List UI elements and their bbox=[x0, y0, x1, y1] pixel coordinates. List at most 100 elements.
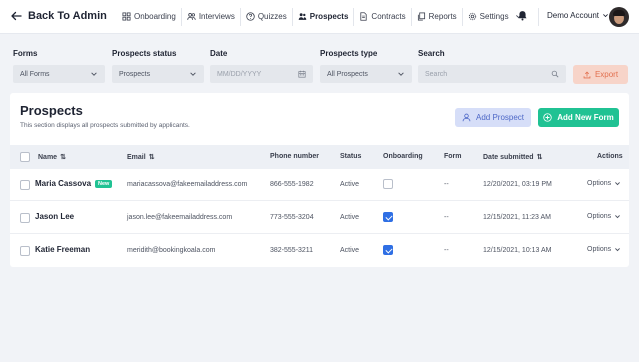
column-status: Status bbox=[340, 153, 361, 160]
column-date[interactable]: Date submitted ⇅ bbox=[483, 153, 543, 162]
forms-select-value: All Forms bbox=[20, 70, 50, 78]
type-select[interactable]: All Prospects bbox=[320, 65, 412, 83]
prospect-name-text: Jason Lee bbox=[35, 212, 75, 221]
prospect-email: jason.lee@fakeemailaddress.com bbox=[127, 214, 233, 221]
people-icon bbox=[187, 13, 196, 20]
select-all-checkbox[interactable] bbox=[20, 152, 30, 162]
nav-item-interviews[interactable]: Interviews bbox=[182, 0, 240, 33]
nav-label-contracts: Contracts bbox=[371, 12, 406, 21]
chevron-down-icon bbox=[91, 72, 97, 76]
options-label: Options bbox=[587, 246, 612, 253]
column-actions: Actions bbox=[597, 153, 623, 160]
table-row[interactable]: Jason Lee jason.lee@fakeemailaddress.com… bbox=[10, 202, 629, 234]
row-checkbox[interactable] bbox=[20, 213, 30, 223]
nav-label-settings: Settings bbox=[479, 12, 509, 21]
nav-item-reports[interactable]: Reports bbox=[412, 0, 462, 33]
sort-icon[interactable]: ⇅ bbox=[149, 153, 155, 161]
avatar[interactable] bbox=[609, 7, 629, 27]
gear-icon bbox=[468, 12, 476, 21]
status-filter-label: Prospects status bbox=[112, 49, 177, 58]
top-navigation-bar: Back To Admin Onboarding Interviews Quiz… bbox=[0, 0, 639, 34]
onboarding-checkbox[interactable] bbox=[383, 212, 393, 222]
date-filter-label: Date bbox=[210, 49, 228, 58]
page-subtitle: This section displays all prospects subm… bbox=[20, 122, 190, 129]
forms-filter-label: Forms bbox=[13, 49, 38, 58]
prospect-form: -- bbox=[444, 214, 449, 221]
nav-label-reports: Reports bbox=[428, 12, 457, 21]
type-filter-label: Prospects type bbox=[320, 49, 378, 58]
prospect-name[interactable]: Maria Cassova New bbox=[35, 179, 113, 188]
date-input-placeholder: MM/DD/YYYY bbox=[217, 70, 262, 78]
prospect-phone: 866-555-1982 bbox=[270, 181, 314, 188]
options-menu[interactable]: Options bbox=[587, 180, 621, 187]
chevron-down-icon bbox=[190, 72, 196, 76]
chevron-down-icon bbox=[615, 248, 621, 252]
column-form-label: Form bbox=[444, 153, 462, 160]
sort-icon[interactable]: ⇅ bbox=[537, 153, 543, 161]
plus-circle-icon bbox=[543, 113, 552, 122]
calendar-icon bbox=[298, 70, 306, 78]
column-phone: Phone number bbox=[270, 153, 319, 160]
prospects-icon bbox=[298, 13, 307, 20]
prospect-date: 12/15/2021, 10:13 AM bbox=[483, 247, 552, 254]
account-menu[interactable]: Demo Account bbox=[547, 11, 609, 20]
column-actions-label: Actions bbox=[597, 153, 623, 160]
search-input-placeholder: Search bbox=[425, 70, 448, 78]
add-new-form-label: Add New Form bbox=[557, 113, 614, 122]
sort-icon[interactable]: ⇅ bbox=[60, 153, 66, 161]
filters-bar: Forms All Forms Prospects status Prospec… bbox=[13, 49, 628, 85]
question-icon bbox=[246, 12, 255, 21]
status-select[interactable]: Prospects bbox=[112, 65, 204, 83]
nav-label-quizzes: Quizzes bbox=[257, 12, 287, 21]
copy-icon bbox=[417, 12, 425, 21]
search-input[interactable]: Search bbox=[418, 65, 566, 83]
table-row[interactable]: Katie Freeman meridith@bookingkoala.com … bbox=[10, 235, 629, 267]
table-row[interactable]: Maria Cassova New mariacassova@fakeemail… bbox=[10, 169, 629, 201]
date-input[interactable]: MM/DD/YYYY bbox=[210, 65, 313, 83]
nav-label-interviews: Interviews bbox=[198, 12, 235, 21]
grid-icon bbox=[122, 12, 131, 21]
document-icon bbox=[360, 12, 368, 21]
column-email[interactable]: Email ⇅ bbox=[127, 153, 155, 162]
onboarding-checkbox[interactable] bbox=[383, 245, 393, 255]
options-menu[interactable]: Options bbox=[587, 246, 621, 253]
add-new-form-button[interactable]: Add New Form bbox=[538, 108, 619, 127]
column-name[interactable]: Name ⇅ bbox=[38, 153, 66, 162]
prospect-email: meridith@bookingkoala.com bbox=[127, 247, 216, 254]
options-label: Options bbox=[587, 180, 612, 187]
column-phone-label: Phone number bbox=[270, 153, 320, 160]
user-icon bbox=[462, 113, 471, 122]
prospect-name[interactable]: Jason Lee bbox=[35, 212, 74, 221]
prospects-card: Prospects This section displays all pros… bbox=[10, 93, 629, 267]
prospect-date: 12/15/2021, 11:23 AM bbox=[483, 214, 551, 221]
forms-select[interactable]: All Forms bbox=[13, 65, 105, 83]
prospect-status: Active bbox=[340, 214, 360, 221]
row-checkbox[interactable] bbox=[20, 180, 30, 190]
add-prospect-button[interactable]: Add Prospect bbox=[455, 108, 531, 127]
export-button[interactable]: Export bbox=[573, 65, 628, 84]
prospect-name[interactable]: Katie Freeman bbox=[35, 245, 90, 254]
nav-item-quizzes[interactable]: Quizzes bbox=[241, 0, 292, 33]
nav-item-prospects[interactable]: Prospects bbox=[293, 0, 354, 33]
nav-label-onboarding: Onboarding bbox=[134, 12, 176, 21]
main-nav: Onboarding Interviews Quizzes Prospects … bbox=[117, 0, 527, 33]
nav-item-onboarding[interactable]: Onboarding bbox=[117, 0, 181, 33]
prospect-phone: 773-555-3204 bbox=[270, 214, 314, 221]
status-select-value: Prospects bbox=[119, 70, 151, 78]
arrow-left-icon bbox=[11, 11, 22, 21]
column-onboarding: Onboarding bbox=[383, 153, 423, 160]
onboarding-checkbox[interactable] bbox=[383, 179, 393, 189]
column-status-label: Status bbox=[340, 153, 362, 160]
back-to-admin-link[interactable]: Back To Admin bbox=[10, 10, 107, 22]
chevron-down-icon bbox=[615, 215, 621, 219]
chevron-down-icon bbox=[603, 14, 608, 18]
add-prospect-label: Add Prospect bbox=[475, 113, 525, 122]
prospect-name-text: Maria Cassova bbox=[35, 179, 92, 188]
options-menu[interactable]: Options bbox=[587, 213, 621, 220]
row-checkbox[interactable] bbox=[20, 246, 30, 256]
nav-item-contracts[interactable]: Contracts bbox=[354, 0, 410, 33]
column-name-label: Name bbox=[38, 153, 58, 161]
upload-icon bbox=[583, 71, 591, 78]
options-label: Options bbox=[587, 213, 612, 220]
bell-icon[interactable] bbox=[517, 10, 528, 21]
